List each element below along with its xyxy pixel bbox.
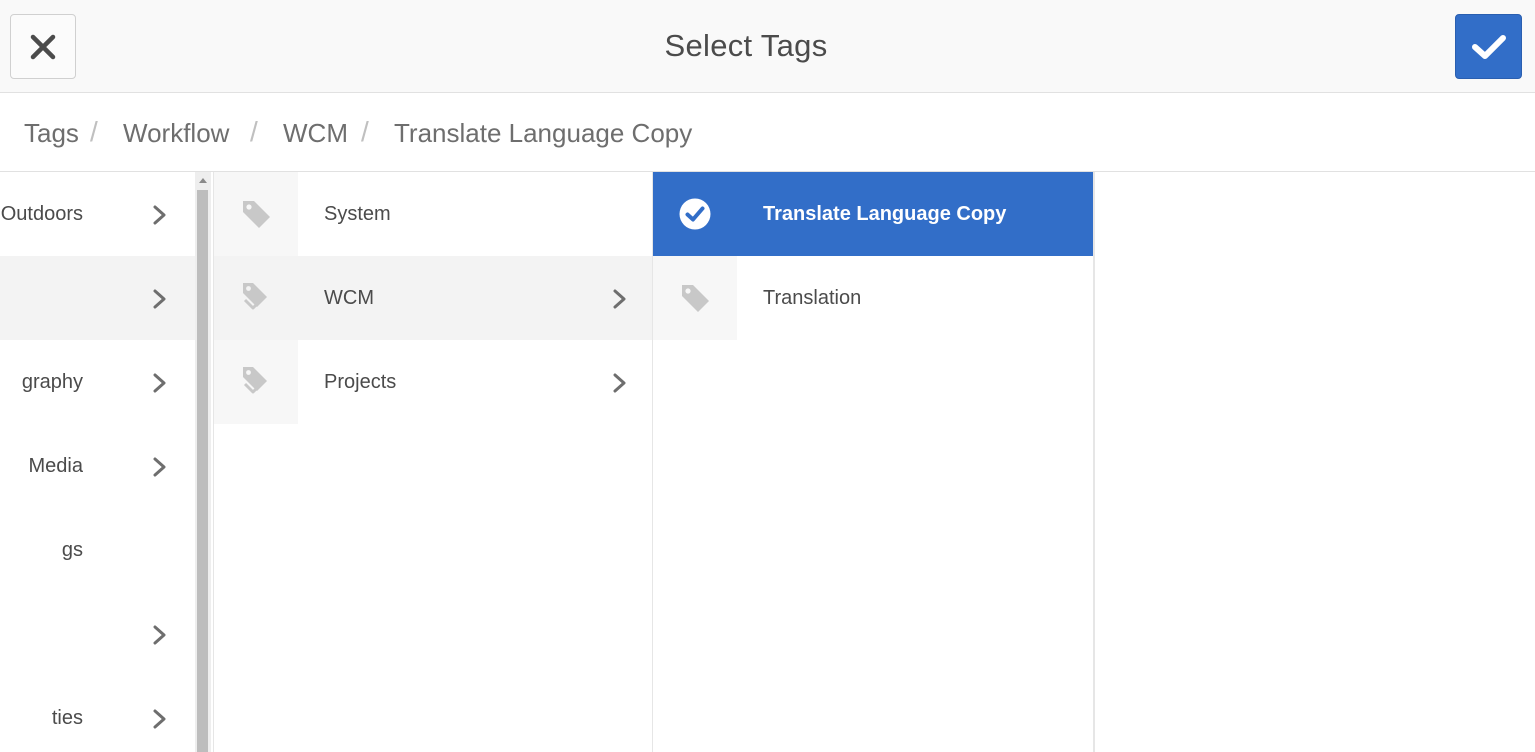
- chevron-right-icon: [153, 709, 166, 729]
- scrollbar-thumb[interactable]: [197, 190, 208, 752]
- list-item-label: WCM: [324, 287, 374, 309]
- list-item-label: ties: [51, 707, 83, 729]
- chevron-right-icon: [153, 205, 166, 225]
- list-item[interactable]: Outdoors: [0, 172, 195, 256]
- tag-column-1: Outdoors graphy Media gs ties: [0, 172, 195, 752]
- list-item-wcm[interactable]: WCM: [214, 256, 652, 340]
- breadcrumb-item-tags[interactable]: Tags: [24, 118, 79, 149]
- list-item-projects[interactable]: Projects: [214, 340, 652, 424]
- chevron-right-icon: [153, 289, 166, 309]
- breadcrumb-separator: /: [250, 116, 258, 147]
- list-item-label: System: [324, 203, 391, 225]
- vertical-scrollbar[interactable]: [195, 172, 211, 752]
- breadcrumb-item-wcm[interactable]: WCM: [283, 118, 348, 149]
- list-item-translation[interactable]: Translation: [653, 256, 1093, 340]
- tag-column-2: System WCM Projects: [213, 172, 652, 752]
- list-item-label: gs: [61, 539, 83, 561]
- list-item[interactable]: ties: [0, 676, 195, 752]
- tag-icon-cell: [653, 256, 737, 340]
- scroll-up-arrow-icon[interactable]: [195, 174, 211, 186]
- checkmark-circle-icon: [679, 198, 711, 230]
- chevron-right-icon: [613, 373, 626, 393]
- breadcrumb: Tags / Workflow / WCM / Translate Langua…: [0, 94, 1535, 172]
- list-item[interactable]: gs: [0, 508, 195, 592]
- list-item[interactable]: Media: [0, 424, 195, 508]
- list-item-translate-language-copy[interactable]: Translate Language Copy: [653, 172, 1093, 256]
- tag-stack-icon: [243, 367, 267, 394]
- tag-icon: [682, 285, 709, 312]
- breadcrumb-separator: /: [361, 116, 369, 147]
- confirm-button[interactable]: [1455, 14, 1522, 79]
- list-item-label: Media: [28, 455, 83, 477]
- dialog-title: Select Tags: [664, 28, 828, 63]
- list-item[interactable]: [0, 592, 195, 676]
- selection-checkbox[interactable]: [653, 172, 737, 256]
- dialog-header: Select Tags: [0, 0, 1535, 93]
- breadcrumb-item-workflow[interactable]: Workflow: [123, 118, 229, 149]
- breadcrumb-separator: /: [90, 116, 98, 147]
- checkmark-icon: [1471, 34, 1506, 59]
- chevron-right-icon: [153, 373, 166, 393]
- list-item-label: Translation: [763, 287, 862, 309]
- list-item-system[interactable]: System: [214, 172, 652, 256]
- list-item-label: Translate Language Copy: [763, 203, 1007, 225]
- list-item-label: Projects: [324, 371, 397, 393]
- tag-stack-icon: [243, 283, 267, 310]
- tag-stack-icon-cell: [214, 256, 298, 340]
- tag-column-3: Translate Language Copy Translation: [652, 172, 1095, 752]
- chevron-right-icon: [613, 289, 626, 309]
- list-item[interactable]: [0, 256, 195, 340]
- chevron-right-icon: [153, 457, 166, 477]
- chevron-right-icon: [153, 625, 166, 645]
- tag-stack-icon-cell: [214, 340, 298, 424]
- list-item[interactable]: graphy: [0, 340, 195, 424]
- list-item-label: graphy: [21, 371, 83, 393]
- list-item-label: Outdoors: [0, 203, 83, 225]
- tag-icon-cell: [214, 172, 298, 256]
- breadcrumb-item-current: Translate Language Copy: [394, 118, 693, 148]
- tag-icon: [243, 201, 270, 228]
